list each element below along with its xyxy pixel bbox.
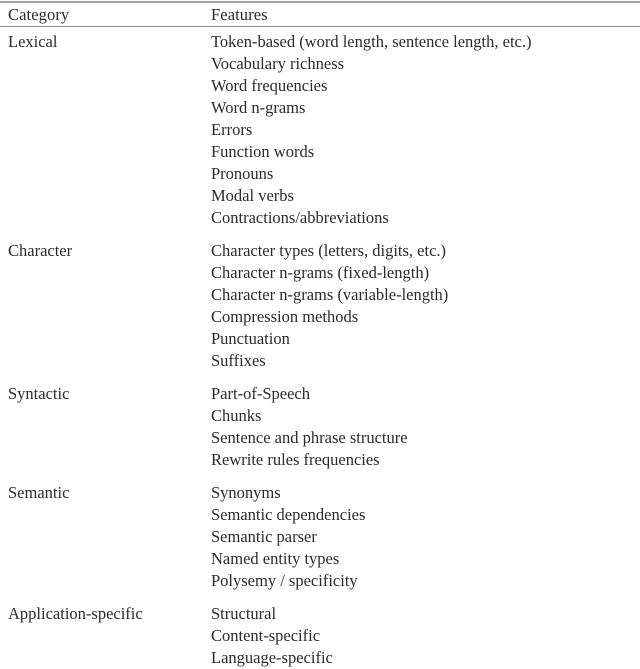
category-label: Syntactic (8, 384, 70, 403)
category-label: Semantic (8, 483, 70, 502)
table-top-rule (0, 1, 640, 3)
column-header-category: Category (8, 5, 70, 24)
feature-item: Language-specific (211, 648, 333, 667)
feature-item: Part-of-Speech (211, 384, 310, 403)
table-group: Character Character types (letters, digit… (0, 240, 640, 372)
table-body: Lexical Token-based (word length, sentenc… (0, 27, 640, 669)
table-group: Application-specific Structural Content-sp… (0, 603, 640, 669)
feature-item: Polysemy / specificity (211, 571, 358, 590)
feature-list: Part-of-Speech Chunks Sentence and phrase … (0, 383, 640, 471)
feature-item: Punctuation (211, 329, 290, 348)
feature-item: Rewrite rules frequencies (211, 450, 380, 469)
column-header-features: Features (211, 5, 268, 24)
table-group: Lexical Token-based (word length, sentenc… (0, 31, 640, 229)
features-table: Category Features Lexical Token-based (wo… (0, 1, 640, 667)
feature-item: Errors (211, 120, 253, 139)
table-header-row: Category Features (0, 4, 640, 26)
feature-item: Compression methods (211, 307, 359, 326)
feature-item: Semantic parser (211, 527, 317, 546)
feature-list: Synonyms Semantic dependencies Semantic pa… (0, 482, 640, 592)
feature-item: Function words (211, 142, 315, 161)
feature-list: Token-based (word length, sentence lengt… (0, 31, 640, 229)
category-label: Lexical (8, 32, 58, 51)
feature-item: Modal verbs (211, 186, 294, 205)
feature-item: Named entity types (211, 549, 340, 568)
feature-item: Chunks (211, 406, 262, 425)
category-label: Character (8, 241, 73, 260)
feature-item: Character n-grams (variable-length) (211, 285, 449, 304)
feature-item: Word frequencies (211, 76, 328, 95)
feature-item: Suffixes (211, 351, 266, 370)
feature-item: Sentence and phrase structure (211, 428, 408, 447)
feature-item: Character n-grams (fixed-length) (211, 263, 430, 282)
feature-item: Vocabulary richness (211, 54, 345, 73)
feature-list: Character types (letters, digits, etc.) C… (0, 240, 640, 372)
feature-item: Word n-grams (211, 98, 306, 117)
table-group: Syntactic Part-of-Speech Chunks Sentence an… (0, 383, 640, 471)
feature-item: Pronouns (211, 164, 274, 183)
feature-item: Semantic dependencies (211, 505, 366, 524)
feature-item: Content-specific (211, 626, 321, 645)
category-label: Application-specific (8, 604, 143, 623)
feature-item: Synonyms (211, 483, 281, 502)
table-group: Semantic Synonyms Semantic dependencies Sem… (0, 482, 640, 592)
feature-item: Token-based (word length, sentence lengt… (211, 32, 532, 51)
feature-item: Contractions/abbreviations (211, 208, 389, 227)
feature-item: Character types (letters, digits, etc.) (211, 241, 447, 260)
feature-item: Structural (211, 604, 277, 623)
